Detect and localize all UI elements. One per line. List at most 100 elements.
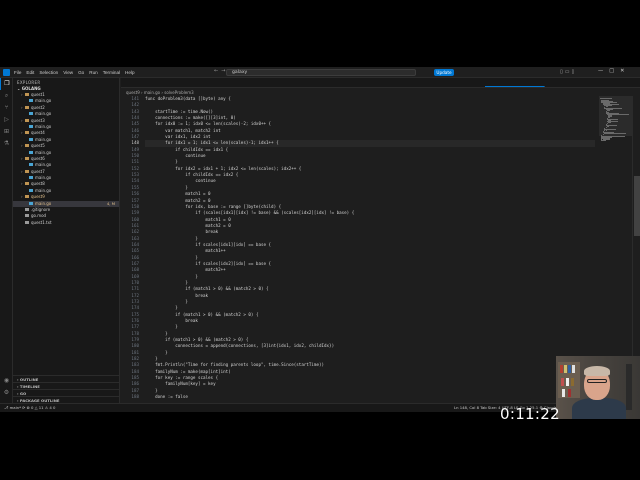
explorer-header: EXPLORER — [17, 80, 41, 85]
menu-edit[interactable]: Edit — [26, 69, 34, 76]
command-center-search[interactable]: galaxy — [226, 69, 416, 76]
tree-item-label: main.go — [35, 123, 52, 129]
tree-item-label: go.mod — [31, 213, 47, 219]
tree-item-label: main.go — [35, 175, 52, 181]
file-tree: › quest1 main.go › quest2 main.go › quest3 main.… — [13, 92, 119, 226]
breadcrumb[interactable]: quest9 › main.go › solveProblem3 — [121, 89, 591, 96]
menu-view[interactable]: View — [63, 69, 73, 76]
menu-file[interactable]: File — [14, 69, 21, 76]
vscode-window: File Edit Selection View Go Run Terminal… — [0, 67, 640, 412]
file-icon — [25, 220, 29, 224]
extensions-icon[interactable]: ⊞ — [0, 126, 13, 138]
search-icon[interactable]: ⌕ — [0, 90, 13, 102]
editor-tabs: main.goquest1main.goquest2main.goquest5R… — [121, 78, 640, 88]
book — [560, 365, 563, 373]
editor-tab[interactable]: main.goquest9 4, M — [485, 86, 546, 87]
editor-tab[interactable]: main.goquest1 — [121, 87, 171, 88]
source-control-icon[interactable]: ⑂ — [0, 102, 13, 114]
code-line[interactable]: done := false — [145, 394, 595, 400]
code-lines[interactable]: func doProblem3(data []byte) any { start… — [145, 96, 595, 403]
book — [562, 389, 565, 397]
file-icon — [25, 208, 29, 212]
folder-icon — [25, 131, 29, 135]
explorer-icon[interactable]: ❐ — [0, 78, 13, 90]
tree-file[interactable]: quest1.txt — [13, 220, 119, 226]
editor-tab[interactable]: everybody_codes_e2025_q09_p2.txt — [545, 87, 636, 88]
tree-item-label: main.go — [35, 200, 52, 206]
minimap-line — [601, 140, 606, 142]
video-timer: 0:11:22 — [500, 405, 560, 423]
person-glasses — [587, 379, 607, 383]
window-controls: —□✕ — [598, 68, 630, 74]
tree-item-label: quest2 — [31, 104, 45, 110]
minimap-line — [607, 125, 609, 127]
file-icon — [29, 137, 33, 141]
menu-help[interactable]: Help — [125, 69, 134, 76]
outline-pane[interactable]: › OUTLINE — [13, 375, 119, 382]
tree-item-label: quest3 — [31, 117, 45, 123]
editor-tab[interactable]: main.goquest7 — [385, 87, 435, 88]
menu-run[interactable]: Run — [89, 69, 97, 76]
tree-item-label: quest7 — [31, 168, 45, 174]
package-outline-pane[interactable]: › PACKAGE OUTLINE — [13, 396, 119, 403]
menu-go[interactable]: Go — [78, 69, 84, 76]
account-icon[interactable]: ◉ — [0, 375, 13, 387]
book — [568, 365, 571, 373]
person-shirt — [572, 398, 626, 419]
tree-item-label: quest5 — [31, 143, 45, 149]
book — [568, 389, 571, 397]
book — [566, 378, 569, 386]
folder-icon — [25, 169, 29, 173]
minimap-line — [605, 129, 608, 131]
editor-tab[interactable]: main.goquest2 — [171, 87, 221, 88]
maximize-icon[interactable]: □ — [609, 68, 620, 74]
scrollbar-thumb[interactable] — [634, 176, 640, 236]
update-button[interactable]: Update — [434, 69, 454, 76]
menu-selection[interactable]: Selection — [39, 69, 58, 76]
editor-tab[interactable]: Release Notes: 1.104.0 — [271, 87, 335, 88]
folder-icon — [25, 93, 29, 96]
folder-icon — [25, 182, 29, 186]
run-debug-icon[interactable]: ▷ — [0, 114, 13, 126]
status-left[interactable]: ⎇ main* ⟳ ⊗ 0 △ 11 ⚠ 4 0 — [4, 404, 55, 412]
minimap-line — [608, 122, 612, 124]
editor-tab[interactable]: main.goquest8 — [435, 87, 485, 88]
folder-icon — [25, 195, 29, 199]
tree-item-label: main.go — [35, 98, 52, 104]
tree-item-label: quest1 — [31, 92, 45, 97]
tree-item-label: quest4 — [31, 130, 45, 136]
go-pane[interactable]: › GO — [13, 389, 119, 396]
folder-icon — [25, 118, 29, 122]
sidebar-panes: › OUTLINE › TIMELINE › GO › PACKAGE OUTL… — [13, 375, 119, 403]
file-icon — [29, 176, 33, 180]
tree-item-label: main.go — [35, 111, 52, 117]
file-icon — [29, 124, 33, 128]
tree-item-label: main.go — [35, 187, 52, 193]
editor-tab[interactable]: main.goquest5 — [221, 87, 271, 88]
minimap-line — [604, 133, 627, 135]
explorer-sidebar: EXPLORER ⌄ GOLANG › quest1 main.go › quest2 m… — [13, 78, 120, 403]
menu-terminal[interactable]: Terminal — [103, 69, 120, 76]
book — [572, 365, 575, 373]
folder-icon — [25, 144, 29, 148]
tree-item-label: quest6 — [31, 155, 45, 161]
file-icon — [29, 163, 33, 167]
file-icon — [29, 99, 33, 103]
folder-icon — [25, 105, 29, 109]
minimize-icon[interactable]: — — [598, 68, 609, 74]
manage-gear-icon[interactable]: ⚙ — [0, 387, 13, 399]
person-hair — [584, 366, 610, 376]
book — [571, 378, 574, 386]
timeline-pane[interactable]: › TIMELINE — [13, 382, 119, 389]
file-icon — [29, 150, 33, 154]
toggle-panel-icon[interactable]: ▭ — [565, 69, 572, 75]
testing-icon[interactable]: ⚗ — [0, 138, 13, 150]
code-editor[interactable]: 141 142 143 144 145 146 147 148 149 150 151 152 153 1… — [121, 96, 599, 403]
layout-controls: ▯▭▯ — [560, 69, 576, 75]
book — [561, 378, 564, 386]
editor-tab[interactable]: main.goquest4 — [335, 87, 385, 88]
toggle-secondary-sidebar-icon[interactable]: ▯ — [572, 69, 577, 75]
tree-item-label: quest8 — [31, 181, 45, 187]
file-icon — [25, 214, 29, 218]
close-icon[interactable]: ✕ — [620, 68, 630, 74]
